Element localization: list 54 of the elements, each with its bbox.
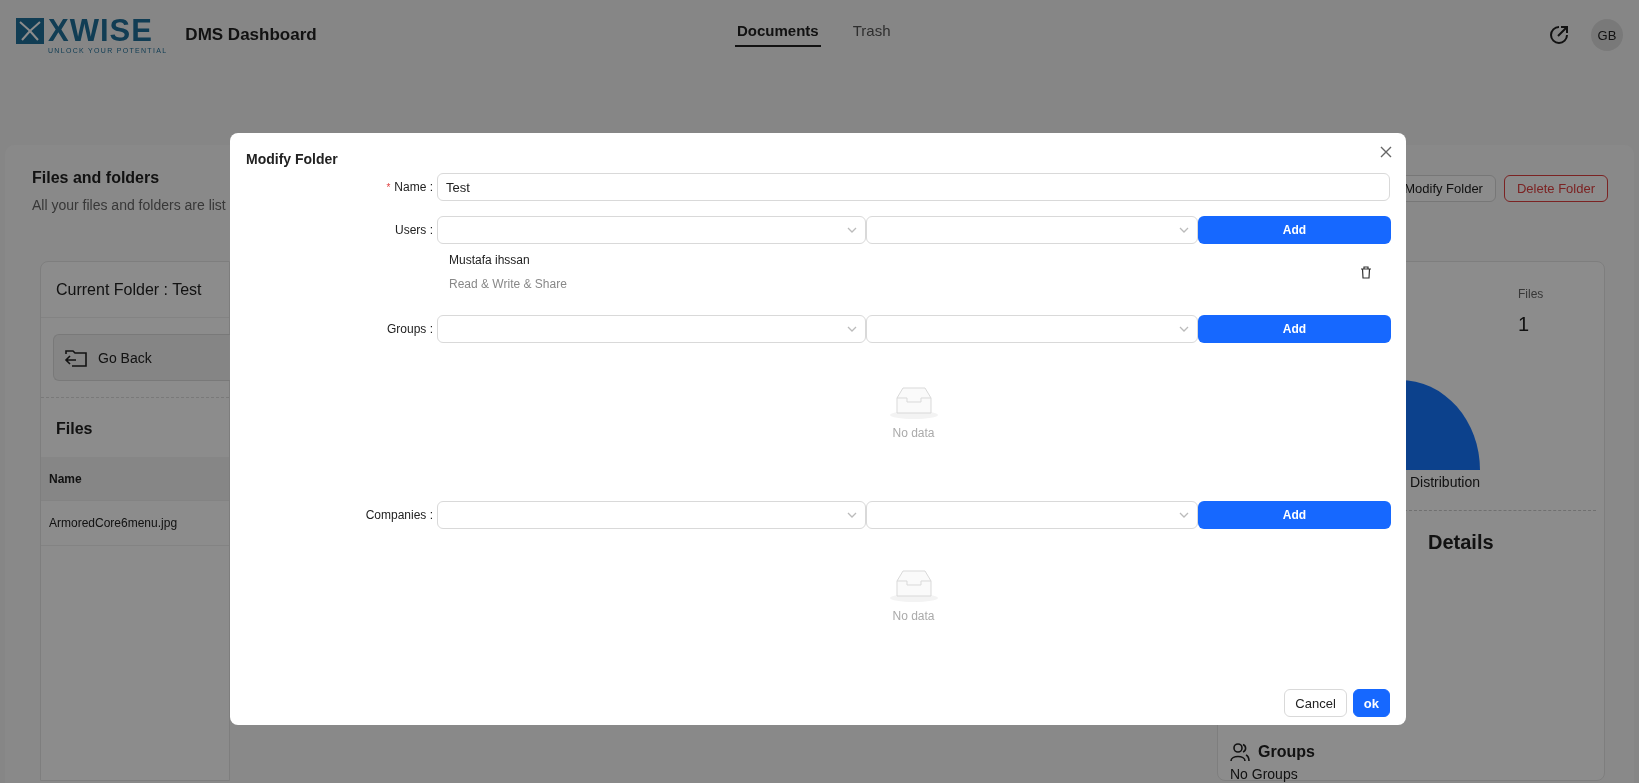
field-label: Users : <box>395 223 433 237</box>
app-title: DMS Dashboard <box>185 25 317 45</box>
modal-title: Modify Folder <box>246 151 339 167</box>
add-button[interactable]: Add <box>1198 501 1391 529</box>
dropdown-select[interactable] <box>437 315 866 343</box>
field-label: Companies : <box>365 508 433 522</box>
chevron-down-icon <box>847 227 857 233</box>
chevron-down-icon <box>847 326 857 332</box>
empty-text: No data <box>892 426 935 440</box>
external-link-icon <box>1547 23 1571 47</box>
permission-text: Read & Write & Share <box>449 277 567 291</box>
dropdown-select[interactable] <box>866 501 1198 529</box>
field-label: Groups : <box>386 322 433 336</box>
table-cell: ArmoredCore6menu.jpg <box>49 516 178 530</box>
users-icon <box>1230 742 1250 762</box>
go-back-button[interactable]: Go Back <box>53 334 233 381</box>
empty-tray-icon <box>888 569 939 603</box>
required-mark: * <box>386 182 391 193</box>
trash-icon[interactable] <box>1360 265 1372 279</box>
dropdown-select[interactable] <box>437 501 866 529</box>
chevron-down-icon <box>847 512 857 518</box>
chart-title: Distribution <box>1409 474 1480 490</box>
chevron-down-icon <box>1179 227 1189 233</box>
logo-wordmark: XWISE <box>48 16 153 46</box>
field-label: Name : <box>394 180 433 194</box>
empty-tray-icon <box>888 386 939 420</box>
page-subtitle: All your files and folders are list <box>32 197 226 213</box>
column-header: Name <box>49 471 82 486</box>
nav-tab[interactable]: Documents <box>735 18 821 47</box>
add-button[interactable]: Add <box>1198 216 1391 244</box>
user-name: Mustafa ihssan <box>449 253 531 267</box>
files-heading: Files <box>55 419 94 439</box>
close-icon <box>1380 146 1392 158</box>
user-avatar[interactable]: GB <box>1591 19 1623 51</box>
cancel-button[interactable]: Cancel <box>1284 689 1347 717</box>
groups-value: No Groups <box>1230 766 1299 782</box>
details-heading: Details <box>1428 531 1495 554</box>
current-folder-title: Current Folder : Test <box>41 262 229 318</box>
nav-tab[interactable]: Trash <box>850 18 893 47</box>
delete-folder-button[interactable]: Delete Folder <box>1503 175 1608 202</box>
add-button[interactable]: Add <box>1198 315 1391 343</box>
chevron-down-icon <box>1179 326 1189 332</box>
stat-value: 1 <box>1518 313 1531 336</box>
ok-button[interactable]: ok <box>1352 689 1390 717</box>
name-field[interactable]: Test <box>437 173 1390 201</box>
empty-text: No data <box>892 609 935 623</box>
dropdown-select[interactable] <box>866 216 1198 244</box>
dropdown-select[interactable] <box>437 216 866 244</box>
folder-arrow-icon <box>64 347 88 368</box>
dropdown-select[interactable] <box>866 315 1198 343</box>
stat-label: Files <box>1518 287 1545 301</box>
chevron-down-icon <box>1179 512 1189 518</box>
groups-heading: Groups <box>1258 743 1315 761</box>
page-title: Files and folders <box>32 169 161 187</box>
